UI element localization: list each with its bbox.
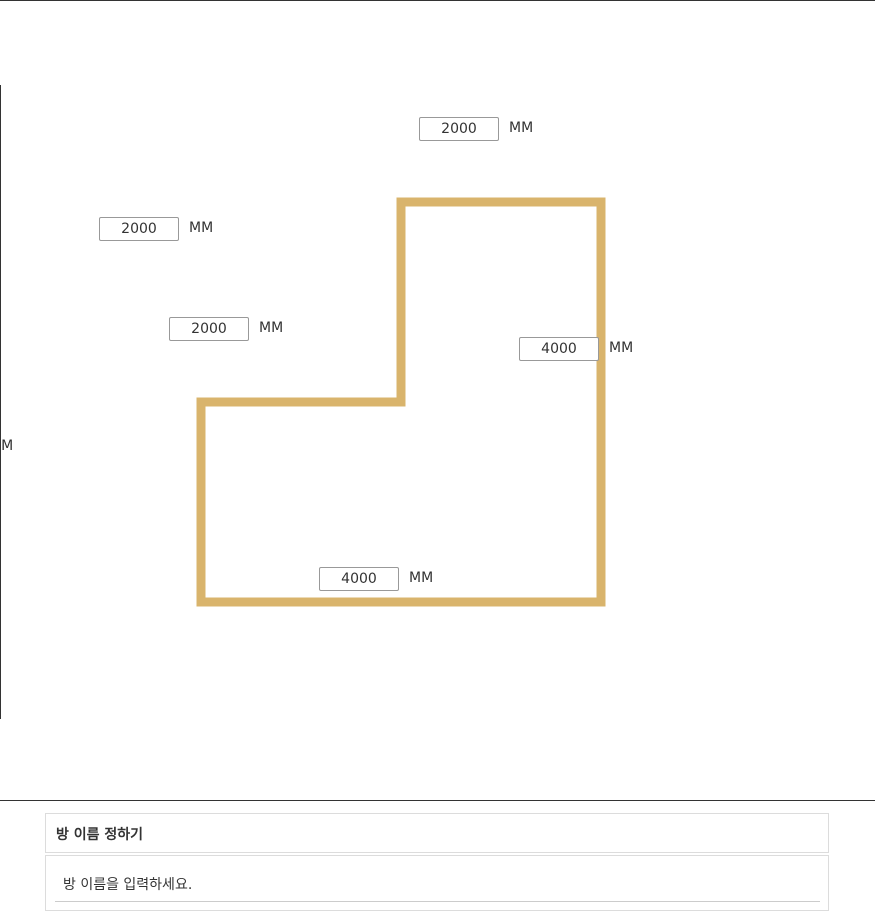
dimension-left-step-unit: MM bbox=[259, 320, 284, 336]
floorplan-canvas[interactable]: MM MM MM MM MM MM bbox=[0, 0, 875, 801]
dimension-left-upper: MM bbox=[99, 217, 213, 241]
dimension-top-input[interactable] bbox=[419, 117, 499, 141]
room-name-input[interactable] bbox=[55, 868, 820, 902]
dimension-left-upper-input[interactable] bbox=[99, 217, 179, 241]
dimension-bottom-unit: MM bbox=[409, 570, 434, 586]
room-wall-path bbox=[196, 197, 606, 607]
dimension-left-upper-unit: MM bbox=[189, 220, 214, 236]
dimension-top-unit: MM bbox=[509, 120, 534, 136]
room-name-title: 방 이름 정하기 bbox=[56, 827, 144, 843]
dimension-left-unit-clipped: MM bbox=[0, 438, 14, 454]
dimension-left-step-input[interactable] bbox=[169, 317, 249, 341]
dimension-right: MM bbox=[519, 337, 633, 361]
dimension-right-unit: MM bbox=[609, 340, 634, 356]
dimension-bottom: MM bbox=[319, 567, 433, 591]
room-name-header: 방 이름 정하기 bbox=[45, 813, 829, 853]
room-name-body bbox=[45, 855, 829, 911]
dimension-right-input[interactable] bbox=[519, 337, 599, 361]
dimension-top: MM bbox=[419, 117, 533, 141]
dimension-bottom-input[interactable] bbox=[319, 567, 399, 591]
dimension-left-step: MM bbox=[169, 317, 283, 341]
